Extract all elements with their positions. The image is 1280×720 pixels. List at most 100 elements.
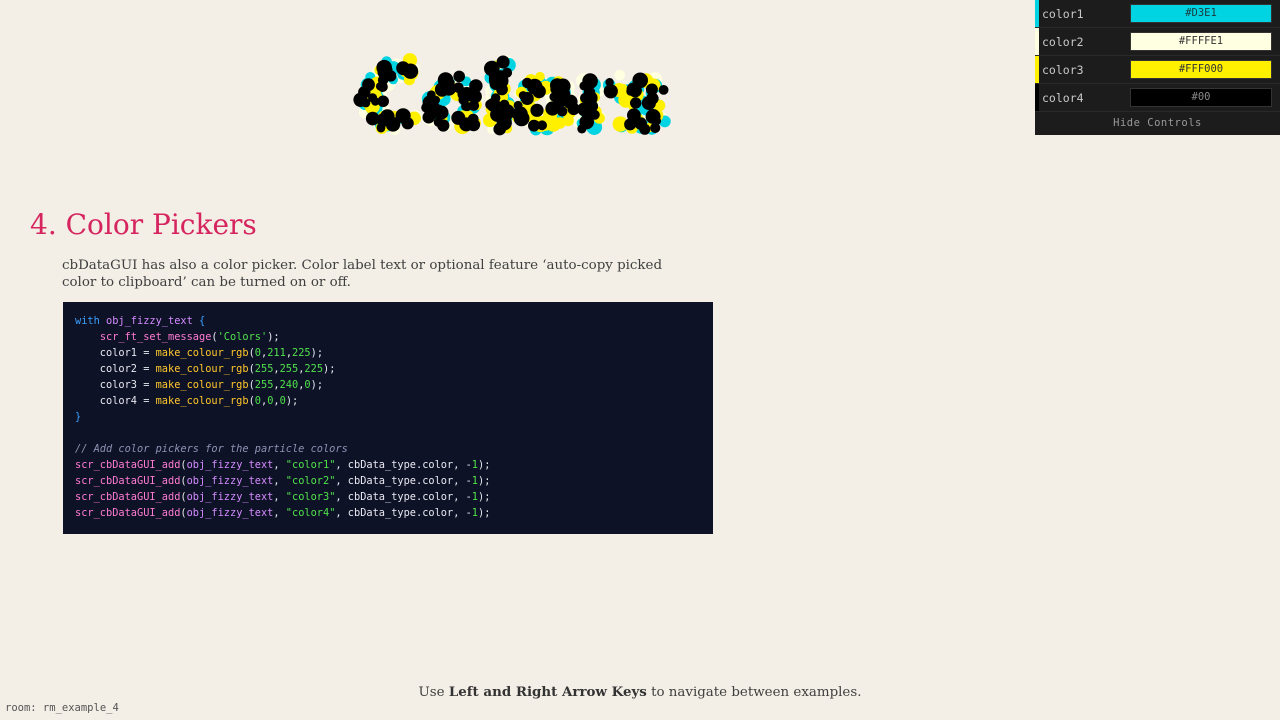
code-token: obj_fizzy_text	[186, 459, 274, 471]
gui-controls-panel: color1 #D3E1 color2 #FFFFE1 color3 #FFF0…	[1035, 0, 1280, 135]
section-description: cbDataGUI has also a color picker. Color…	[62, 258, 663, 290]
code-line: }	[75, 409, 701, 425]
title-particle	[582, 73, 598, 89]
code-token: 211	[267, 347, 286, 359]
code-line: scr_cbDataGUI_add(obj_fizzy_text, "color…	[75, 473, 701, 489]
row-color-marker	[1035, 56, 1039, 84]
title-particle	[520, 92, 534, 105]
code-line: scr_cbDataGUI_add(obj_fizzy_text, "color…	[75, 457, 701, 473]
code-token: , cbData_type.color, -	[335, 507, 472, 519]
row-color-marker	[1035, 0, 1039, 28]
code-token: 255	[254, 379, 274, 391]
gui-row-color4: color4 #00	[1035, 84, 1280, 112]
code-token: );	[478, 507, 491, 519]
title-particle	[557, 106, 568, 117]
title-particle	[603, 84, 618, 99]
code-token: );	[285, 395, 299, 407]
code-line: scr_cbDataGUI_add(obj_fizzy_text, "color…	[75, 489, 701, 505]
code-token: obj_fizzy_text	[186, 491, 274, 503]
code-token: color1 =	[75, 347, 156, 359]
title-particle	[579, 114, 594, 130]
code-token: make_colour_rgb	[155, 347, 249, 359]
hide-controls-button[interactable]: Hide Controls	[1035, 112, 1280, 135]
code-token: scr_cbDataGUI_add	[75, 459, 181, 471]
code-token: ,	[273, 475, 286, 487]
code-token: 255	[254, 363, 274, 375]
row-color-marker	[1035, 84, 1039, 112]
title-particle	[530, 103, 544, 117]
nav-hint-keys: Left and Right Arrow Keys	[448, 684, 647, 700]
code-token: make_colour_rgb	[155, 395, 249, 407]
code-token: make_colour_rgb	[155, 363, 249, 375]
title-particle	[580, 92, 591, 104]
code-token: obj_fizzy_text	[186, 475, 274, 487]
title-particle	[624, 118, 637, 131]
gui-row-color1: color1 #D3E1	[1035, 0, 1280, 28]
code-token: , cbData_type.color, -	[335, 491, 472, 503]
title-particle	[513, 110, 530, 127]
code-line: scr_cbDataGUI_add(obj_fizzy_text, "color…	[75, 505, 701, 521]
code-token: );	[267, 331, 280, 343]
code-token: }	[75, 411, 82, 423]
code-token: ,	[273, 507, 286, 519]
title-particle	[371, 97, 380, 106]
code-token: with	[75, 315, 106, 327]
color-picker-swatch[interactable]: #FFFFE1	[1130, 32, 1272, 51]
code-token: 'Colors'	[217, 331, 268, 343]
code-token: "color1"	[285, 459, 336, 471]
row-color-marker	[1035, 28, 1039, 56]
code-token: {	[192, 315, 206, 327]
title-particle	[459, 117, 474, 132]
title-particle	[437, 119, 450, 132]
title-particle	[496, 83, 508, 96]
title-particle	[558, 93, 571, 107]
code-token: "color3"	[285, 491, 336, 503]
gui-row-label: color2	[1042, 35, 1084, 49]
code-line: color3 = make_colour_rgb(255,240,0);	[75, 377, 701, 393]
gui-row-label: color3	[1042, 63, 1084, 77]
title-particle	[658, 85, 669, 95]
code-token: color3 =	[75, 379, 156, 391]
code-block: with obj_fizzy_text { scr_ft_set_message…	[63, 302, 713, 534]
color-picker-swatch[interactable]: #FFF000	[1130, 60, 1272, 79]
title-particle	[401, 117, 414, 130]
code-line: // Add color pickers for the particle co…	[75, 441, 701, 457]
title-particle	[361, 98, 371, 108]
code-token: );	[478, 475, 491, 487]
color-picker-swatch[interactable]: #00	[1130, 88, 1272, 107]
code-token: ,	[273, 459, 286, 471]
code-token: 225	[304, 363, 324, 375]
code-token: , cbData_type.color, -	[335, 475, 472, 487]
code-token: color2 =	[75, 363, 156, 375]
code-token: obj_fizzy_text	[106, 315, 193, 327]
code-token: 255	[279, 363, 299, 375]
title-particle	[532, 84, 546, 99]
title-particle	[461, 101, 471, 111]
code-token: );	[323, 363, 336, 375]
title-particle	[376, 122, 386, 132]
title-particle	[641, 99, 651, 108]
code-token: color4 =	[75, 395, 156, 407]
navigation-hint: Use Left and Right Arrow Keys to navigat…	[0, 684, 1280, 700]
code-token: );	[310, 347, 324, 359]
title-particle	[639, 123, 651, 135]
title-particle	[424, 104, 440, 120]
title-particle	[628, 83, 642, 98]
title-particle	[496, 115, 512, 131]
code-token: make_colour_rgb	[155, 379, 249, 391]
gui-row-label: color4	[1042, 91, 1084, 105]
nav-hint-prefix: Use	[418, 685, 449, 700]
code-token: 240	[279, 379, 299, 391]
gui-row-color3: color3 #FFF000	[1035, 56, 1280, 84]
gui-row-color2: color2 #FFFFE1	[1035, 28, 1280, 56]
title-particle	[377, 81, 388, 92]
code-line: color4 = make_colour_rgb(0,0,0);	[75, 393, 701, 409]
code-token: scr_cbDataGUI_add	[75, 491, 181, 503]
code-token: scr_ft_set_message	[99, 331, 212, 343]
title-particle	[537, 120, 547, 131]
room-label: room: rm_example_4	[5, 702, 119, 714]
code-token: , cbData_type.color, -	[335, 459, 472, 471]
color-picker-swatch[interactable]: #D3E1	[1130, 4, 1272, 23]
